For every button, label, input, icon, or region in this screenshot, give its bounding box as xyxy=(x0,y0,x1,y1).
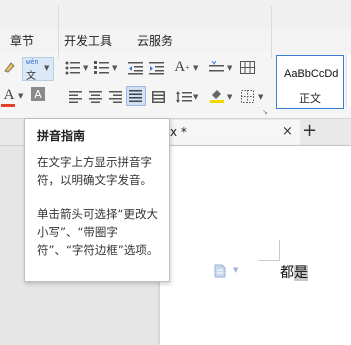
style-label: 正文 xyxy=(299,92,321,105)
chevron-down-icon[interactable]: ▼ xyxy=(193,64,199,72)
shading-icon[interactable] xyxy=(208,86,226,104)
font-color-icon[interactable]: A xyxy=(0,86,18,104)
chevron-down-icon[interactable]: ▼ xyxy=(112,64,118,72)
menu-item-cloud-service[interactable]: 云服务 xyxy=(137,32,173,49)
title-strip xyxy=(0,0,351,28)
document-text[interactable]: 都是 xyxy=(280,262,308,282)
char-border-letter: A xyxy=(34,87,42,101)
ribbon-separator xyxy=(58,6,59,58)
menu-item-chapter[interactable]: 章节 xyxy=(10,32,34,49)
close-icon[interactable]: × xyxy=(282,124,293,139)
align-right-icon[interactable] xyxy=(107,88,125,106)
document-page[interactable] xyxy=(160,146,351,345)
justify-icon[interactable] xyxy=(126,86,146,106)
style-normal[interactable]: AaBbCcDd 正文 xyxy=(276,55,344,109)
borders-icon[interactable] xyxy=(239,88,257,106)
chinese-layout-icon[interactable] xyxy=(208,59,226,77)
font-color-letter: A xyxy=(3,86,15,103)
menu-bar: 章节 开发工具 云服务 xyxy=(0,28,351,52)
ribbon-separator xyxy=(271,6,272,58)
chevron-down-icon[interactable]: ▼ xyxy=(233,266,238,274)
tooltip-title: 拼音指南 xyxy=(37,129,86,143)
tooltip-hint: 单击箭头可选择“更改大小写”、“带圈字符”、“字符边框”选项。 xyxy=(37,207,159,257)
chevron-down-icon[interactable]: ▼ xyxy=(44,64,49,72)
line-spacing-icon[interactable] xyxy=(175,88,193,106)
distributed-align-icon[interactable] xyxy=(150,88,168,106)
clear-format-icon[interactable] xyxy=(0,58,18,76)
document-options-icon[interactable] xyxy=(213,263,227,282)
pinyin-guide-tooltip: 拼音指南 在文字上方显示拼音字符，以明确文字发音。 单击箭头可选择“更改大小写”… xyxy=(24,118,170,282)
increase-indent-icon[interactable] xyxy=(148,59,166,77)
chevron-down-icon[interactable]: ▼ xyxy=(18,92,24,100)
style-sample-text: AaBbCcDd xyxy=(284,68,339,80)
numbered-list-icon[interactable] xyxy=(93,59,111,77)
align-left-icon[interactable] xyxy=(67,88,85,106)
document-text-plain: 都 xyxy=(280,265,294,281)
pinyin-guide-char: 文 xyxy=(26,71,36,82)
new-tab-button[interactable]: + xyxy=(302,121,317,141)
tooltip-description: 在文字上方显示拼音字符，以明确文字发音。 xyxy=(37,155,152,187)
char-border-icon[interactable]: A xyxy=(31,87,45,101)
document-tab-title[interactable]: x * xyxy=(170,125,187,139)
table-grid-icon[interactable] xyxy=(239,59,257,77)
chevron-down-icon[interactable]: ▼ xyxy=(258,93,264,101)
font-color-bar xyxy=(1,104,15,107)
bullet-list-icon[interactable] xyxy=(64,59,82,77)
pinyin-guide-top: wén xyxy=(26,58,39,66)
decrease-indent-icon[interactable] xyxy=(127,59,145,77)
chevron-down-icon[interactable]: ▼ xyxy=(227,64,233,72)
style-next-partial[interactable] xyxy=(346,55,351,107)
document-text-selected: 是 xyxy=(294,265,308,281)
pinyin-guide-button[interactable]: wén 文 ▼ xyxy=(22,57,54,82)
change-case-icon[interactable]: A + xyxy=(173,58,191,76)
paragraph-settings-icon[interactable]: ↘ xyxy=(262,108,268,116)
margin-marker xyxy=(258,260,280,261)
chevron-down-icon[interactable]: ▼ xyxy=(227,93,233,101)
margin-marker xyxy=(279,240,280,260)
chevron-down-icon[interactable]: ▼ xyxy=(83,64,89,72)
menu-item-dev-tools[interactable]: 开发工具 xyxy=(64,32,112,49)
align-center-icon[interactable] xyxy=(87,88,105,106)
chevron-down-icon[interactable]: ▼ xyxy=(193,93,199,101)
